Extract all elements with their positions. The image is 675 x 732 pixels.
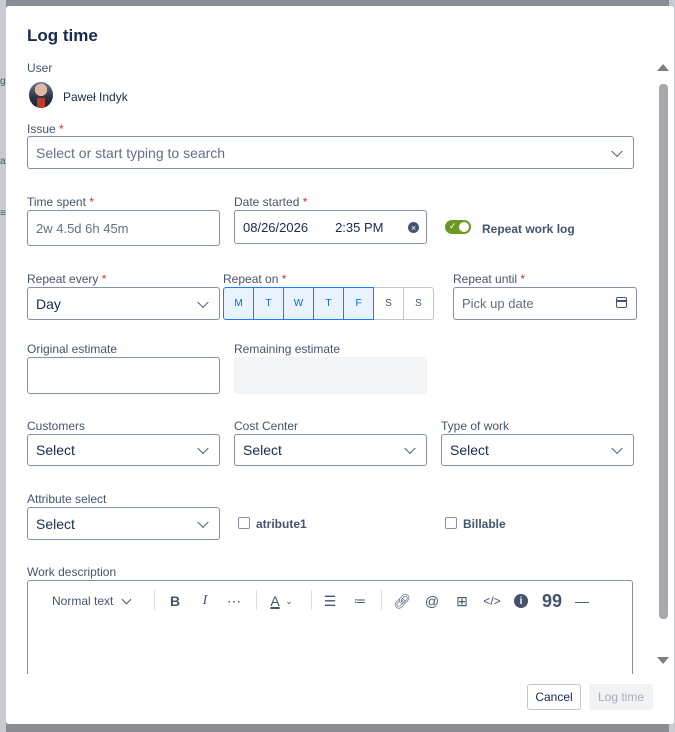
more-formatting-icon[interactable]: ⋯ (226, 591, 242, 611)
table-icon[interactable]: ⊞ (454, 591, 470, 611)
repeat-every-select[interactable]: Day (27, 287, 220, 320)
customers-label: Customers (27, 419, 86, 433)
repeat-on-days: M T W T F S S (223, 287, 434, 320)
type-of-work-select[interactable]: Select (441, 434, 634, 466)
date-started-input[interactable]: 08/26/2026 2:35 PM × (234, 210, 427, 244)
info-icon[interactable]: i (513, 591, 529, 611)
chevron-down-icon (197, 516, 209, 528)
day-wednesday[interactable]: W (283, 287, 314, 320)
remaining-estimate-input (234, 357, 427, 394)
date-value: 08/26/2026 (243, 219, 309, 235)
work-description-label: Work description (27, 565, 117, 579)
user-label: User (27, 61, 53, 75)
atribute1-checkbox[interactable] (238, 517, 250, 529)
log-time-button[interactable]: Log time (589, 684, 653, 710)
date-started-label: Date started * (234, 195, 308, 209)
repeat-work-log-toggle[interactable]: ✓ (445, 220, 471, 234)
check-icon: ✓ (449, 221, 457, 231)
toolbar-divider (154, 590, 155, 610)
time-value: 2:35 PM (335, 219, 384, 235)
day-saturday[interactable]: S (373, 287, 404, 320)
remaining-estimate-label: Remaining estimate (234, 342, 341, 356)
original-estimate-input[interactable] (27, 357, 220, 394)
italic-icon[interactable]: I (198, 591, 212, 611)
repeat-until-input[interactable]: Pick up date (453, 287, 637, 320)
issue-select[interactable]: Select or start typing to search (27, 136, 634, 169)
atribute1-label: atribute1 (256, 517, 307, 531)
cancel-button[interactable]: Cancel (527, 684, 581, 710)
time-spent-input[interactable]: 2w 4.5d 6h 45m (27, 210, 220, 246)
code-icon[interactable]: </> (483, 591, 501, 611)
day-thursday[interactable]: T (313, 287, 344, 320)
chevron-down-icon (404, 442, 416, 455)
link-icon[interactable]: 🔗︎ (393, 591, 411, 611)
scrollbar-thumb[interactable] (659, 84, 668, 619)
billable-checkbox[interactable] (445, 517, 457, 529)
time-spent-label: Time spent * (27, 195, 94, 209)
text-style-dropdown[interactable]: Normal text (52, 591, 132, 611)
type-of-work-label: Type of work (441, 419, 510, 433)
attribute-select[interactable]: Select (27, 507, 220, 540)
bullet-list-icon[interactable]: ☰ (322, 591, 338, 611)
user-name: Paweł Indyk (63, 90, 128, 104)
numbered-list-icon[interactable]: ≔ (352, 591, 368, 611)
chevron-down-icon (121, 594, 132, 604)
mention-icon[interactable]: @ (424, 591, 440, 611)
cost-center-label: Cost Center (234, 419, 299, 433)
toolbar-divider (256, 590, 257, 610)
background-text: g (0, 76, 6, 87)
toolbar-divider (381, 590, 382, 610)
quote-icon[interactable]: 99 (542, 591, 562, 611)
customers-select[interactable]: Select (27, 434, 220, 466)
scroll-up-icon[interactable] (657, 64, 669, 71)
chevron-down-icon (197, 296, 209, 308)
repeat-work-log-label: Repeat work log (482, 222, 575, 236)
day-monday[interactable]: M (223, 287, 254, 320)
background-text: ≡ (0, 208, 6, 219)
issue-label: Issue * (27, 122, 64, 136)
cost-center-select[interactable]: Select (234, 434, 427, 466)
chevron-down-icon[interactable]: ⌄ (284, 591, 294, 611)
attribute-select-label: Attribute select (27, 492, 107, 506)
repeat-on-label: Repeat on * (223, 272, 287, 286)
chevron-down-icon (197, 442, 209, 455)
day-tuesday[interactable]: T (253, 287, 284, 320)
bold-icon[interactable]: B (168, 591, 182, 611)
scroll-down-icon[interactable] (657, 657, 669, 664)
chevron-down-icon (611, 145, 623, 157)
chevron-down-icon (611, 442, 623, 455)
calendar-icon[interactable] (616, 297, 627, 308)
log-time-dialog: Log time User Paweł Indyk Issue * Select… (6, 6, 674, 724)
divider-icon[interactable]: — (574, 591, 590, 611)
clear-icon[interactable]: × (408, 222, 419, 233)
dialog-title: Log time (27, 26, 98, 45)
toolbar-divider (311, 590, 312, 610)
repeat-every-label: Repeat every * (27, 272, 107, 286)
repeat-until-label: Repeat until * (453, 272, 526, 286)
day-friday[interactable]: F (343, 287, 374, 320)
avatar (29, 82, 53, 108)
billable-label: Billable (463, 517, 506, 531)
original-estimate-label: Original estimate (27, 342, 118, 356)
text-color-icon[interactable]: A (268, 591, 282, 611)
day-sunday[interactable]: S (403, 287, 434, 320)
